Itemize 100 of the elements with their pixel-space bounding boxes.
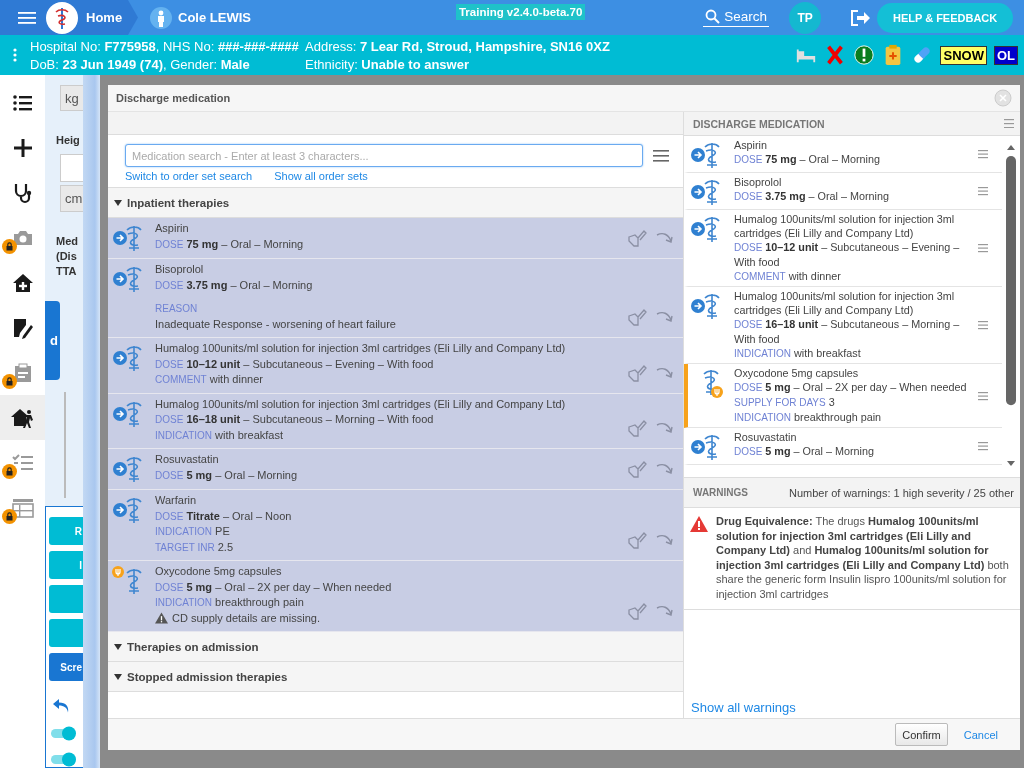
medication-row[interactable]: Aspirin DOSE 75 mg – Oral – Morning bbox=[108, 218, 683, 259]
pencil-hand-icon[interactable] bbox=[627, 419, 647, 437]
close-icon[interactable] bbox=[994, 89, 1012, 107]
warning-count: Number of warnings: 1 high severity / 25 other bbox=[789, 486, 1014, 499]
drag-handle-icon[interactable] bbox=[978, 441, 988, 451]
detail-line: DOSE 5 mg – Oral – Morning bbox=[155, 467, 299, 483]
drag-handle-icon[interactable] bbox=[978, 243, 988, 253]
caduceus-badge-icon bbox=[702, 368, 724, 399]
warning-text: Drug Equivalence: The drugs Humalog 100units/ml solution for injection 3ml cartridges (Eli Lilly and Company Ltd) and Humalog 100units/ml solution for injection 3ml cartridges (Eli Lilly and Company Ltd) both share the generic form Insulin lispro 100units/ml solution for injection 3ml cartridges bbox=[716, 514, 1010, 601]
discharge-item[interactable]: Humalog 100units/ml solution for injection 3ml cartridges (Eli Lilly and Company Ltd) DOSE 16–18 unit – Subcutaneous – Morning – With food INDICATION with breakfast bbox=[684, 287, 1002, 364]
toggle-switch[interactable] bbox=[50, 751, 78, 767]
drag-handle-icon[interactable] bbox=[978, 320, 988, 330]
input-field[interactable] bbox=[60, 154, 83, 183]
medication-name: Humalog 100units/ml solution for injection 3ml cartridges (Eli Lilly and Company Ltd) bbox=[155, 396, 567, 412]
patient-detail: Address: 7 Lear Rd, Stroud, Hampshire, SN16 0XZ bbox=[305, 38, 611, 54]
medication-name: Aspirin bbox=[734, 138, 768, 152]
detail-line: DOSE 75 mg – Oral – Morning bbox=[734, 152, 881, 167]
show-all-warnings-link[interactable]: Show all warnings bbox=[691, 700, 1020, 715]
medication-name: Bisoprolol bbox=[155, 262, 205, 277]
caret-icon bbox=[114, 673, 122, 680]
medication-name: Oxycodone 5mg capsules bbox=[155, 564, 283, 579]
search-icon bbox=[705, 8, 721, 24]
menu-icon[interactable] bbox=[18, 9, 38, 26]
warning-text: CD supply details are missing. bbox=[172, 610, 320, 626]
flag-tag[interactable]: SNOW bbox=[940, 45, 987, 65]
action-button[interactable]: Scre bbox=[49, 653, 83, 681]
unit-addon: kg bbox=[60, 85, 83, 112]
pencil-hand-icon[interactable] bbox=[627, 308, 647, 326]
medication-name: Oxycodone 5mg capsules bbox=[734, 366, 860, 380]
discharge-item[interactable]: Bisoprolol DOSE 3.75 mg – Oral – Morning bbox=[684, 173, 1002, 210]
logout-icon[interactable] bbox=[849, 7, 872, 28]
medication-name: Humalog 100units/ml solution for injection 3ml cartridges (Eli Lilly and Company Ltd) bbox=[155, 341, 567, 356]
detail-line: SUPPLY FOR DAYS 3 bbox=[734, 395, 836, 410]
detail-line: DOSE Titrate – Oral – Noon bbox=[155, 508, 293, 524]
person-icon bbox=[150, 6, 172, 29]
home-link[interactable]: Home bbox=[86, 10, 123, 25]
pencil-hand-icon[interactable] bbox=[627, 460, 647, 478]
medication-row[interactable]: Humalog 100units/ml solution for injection 3ml cartridges (Eli Lilly and Company Ltd) DOSE 16–18 unit – Subcutaneous – Morning – With food INDICATION with breakfast bbox=[108, 393, 683, 449]
section-header[interactable]: Therapies on admission bbox=[108, 632, 683, 662]
detail-line: COMMENT with dinner bbox=[155, 372, 264, 387]
drag-handle-icon[interactable] bbox=[978, 149, 988, 159]
confirm-button[interactable]: Confirm bbox=[895, 723, 948, 746]
caret-icon bbox=[114, 643, 122, 650]
detail-line: INDICATION with breakfast bbox=[155, 427, 284, 443]
medication-name: Humalog 100units/ml solution for injection 3ml cartridges (Eli Lilly and Company Ltd) bbox=[734, 212, 956, 240]
detail-line: INDICATION PE bbox=[155, 524, 231, 539]
field-label: Med (Dis TTA bbox=[56, 233, 79, 279]
alert-icon[interactable] bbox=[853, 44, 876, 66]
detail-line: TARGET INR 2.5 bbox=[155, 539, 234, 555]
sidebar-item[interactable] bbox=[0, 395, 45, 440]
link[interactable]: Switch to order set search bbox=[125, 170, 253, 182]
section-header[interactable]: Inpatient therapies bbox=[108, 188, 683, 218]
panel-title: WARNINGS bbox=[693, 487, 748, 498]
medication-name: Warfarin bbox=[155, 493, 198, 508]
panel-title: DISCHARGE MEDICATION bbox=[693, 117, 825, 130]
medication-row[interactable]: Oxycodone 5mg capsules DOSE 5 mg – Oral – 2X per day – When needed INDICATION breakthrough pain CD supply details are missing. bbox=[108, 561, 683, 632]
medication-row[interactable]: Warfarin DOSE Titrate – Oral – Noon INDICATION PE TARGET INR 2.5 bbox=[108, 490, 683, 561]
section-header[interactable]: Stopped admission therapies bbox=[108, 662, 683, 692]
unit-addon: cm bbox=[60, 185, 83, 212]
medication-row[interactable]: Humalog 100units/ml solution for injection 3ml cartridges (Eli Lilly and Company Ltd) DOSE 10–12 unit – Subcutaneous – Evening – With food COMMENT with dinner bbox=[108, 338, 683, 394]
medication-row[interactable]: Rosuvastatin DOSE 5 mg – Oral – Morning bbox=[108, 449, 683, 490]
discharge-item[interactable]: Aspirin DOSE 75 mg – Oral – Morning bbox=[684, 136, 1002, 173]
side-button[interactable]: d bbox=[45, 300, 60, 380]
discharge-item[interactable]: Oxycodone 5mg capsules DOSE 5 mg – Oral – 2X per day – When needed SUPPLY FOR DAYS 3 INDICATION breakthrough pain bbox=[684, 364, 1002, 428]
caret-icon bbox=[114, 199, 122, 206]
medication-name: Rosuvastatin bbox=[734, 430, 798, 444]
warning-icon bbox=[690, 516, 708, 532]
pencil-hand-icon[interactable] bbox=[627, 531, 647, 549]
environment-badge: Training v2.4.0-beta.70 bbox=[455, 3, 586, 20]
detail-line: INDICATION with breakfast bbox=[734, 346, 862, 361]
detail-line: DOSE 10–12 unit – Subcutaneous – Evening – With food bbox=[155, 356, 435, 372]
detail-line: DOSE 5 mg – Oral – 2X per day – When needed bbox=[734, 380, 968, 395]
patient-detail: Hospital No: F775958, NHS No: ###-###-#### bbox=[30, 38, 300, 54]
pencil-hand-icon[interactable] bbox=[627, 602, 647, 620]
medication-name: Humalog 100units/ml solution for injection 3ml cartridges (Eli Lilly and Company Ltd) bbox=[734, 289, 956, 317]
toggle-switch[interactable] bbox=[50, 725, 78, 741]
discharge-item[interactable]: Rosuvastatin DOSE 5 mg – Oral – Morning bbox=[684, 428, 1002, 465]
menu-icon[interactable] bbox=[1004, 119, 1014, 128]
medication-search-field[interactable]: Medication search - Enter at least 3 characters... bbox=[125, 144, 643, 167]
flag-tag[interactable]: OL bbox=[993, 45, 1018, 65]
detail-line: INDICATION breakthrough pain bbox=[155, 595, 305, 610]
medication-name: Bisoprolol bbox=[734, 175, 783, 189]
detail-line: DOSE 16–18 unit – Subcutaneous – Morning – With food bbox=[155, 412, 435, 427]
detail-line: DOSE 3.75 mg – Oral – Morning bbox=[734, 189, 890, 204]
detail-line: DOSE 3.75 mg – Oral – Morning bbox=[155, 277, 314, 293]
pencil-hand-icon[interactable] bbox=[627, 229, 647, 247]
pencil-hand-icon[interactable] bbox=[627, 363, 647, 382]
warning-icon bbox=[155, 612, 168, 625]
discharge-item[interactable]: Humalog 100units/ml solution for injection 3ml cartridges (Eli Lilly and Company Ltd) DOSE 10–12 unit – Subcutaneous – Evening – With food COMMENT with dinner bbox=[684, 210, 1002, 287]
link[interactable]: Show all order sets bbox=[274, 170, 368, 182]
field-value: Inadequate Response - worsening of heart failure bbox=[155, 316, 397, 332]
cancel-link[interactable]: Cancel bbox=[957, 727, 1004, 742]
logo-icon[interactable] bbox=[46, 1, 78, 34]
drag-handle-icon[interactable] bbox=[978, 186, 988, 196]
medication-row[interactable]: Bisoprolol DOSE 3.75 mg – Oral – Morning REASON Inadequate Response - worsening of heart failure bbox=[108, 259, 683, 338]
menu-icon[interactable] bbox=[653, 149, 669, 162]
drag-handle-icon[interactable] bbox=[978, 390, 988, 401]
more-icon[interactable] bbox=[12, 47, 18, 63]
medication-name: Rosuvastatin bbox=[155, 452, 220, 467]
detail-line: INDICATION breakthrough pain bbox=[734, 410, 883, 425]
